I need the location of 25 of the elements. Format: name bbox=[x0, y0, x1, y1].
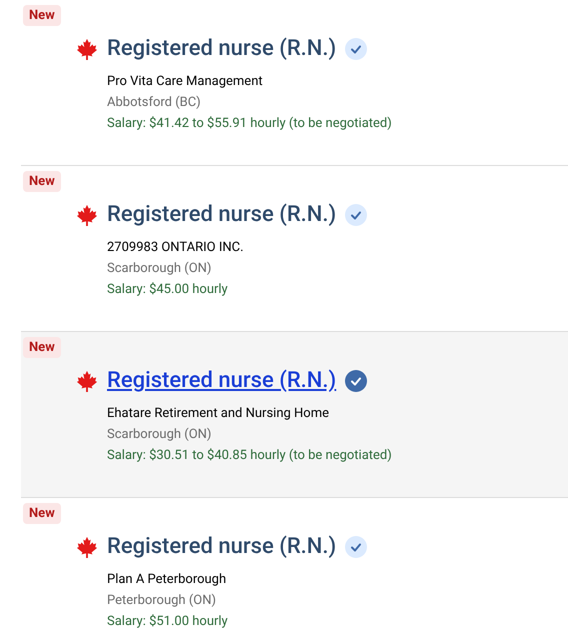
new-badge: New bbox=[23, 503, 61, 524]
job-title-link[interactable]: Registered nurse (R.N.) bbox=[107, 32, 336, 65]
employer-name: Ehatare Retirement and Nursing Home bbox=[107, 405, 330, 423]
salary-text: Salary: $41.42 to $55.91 hourly (to be negotiated) bbox=[107, 115, 393, 133]
salary-text: Salary: $51.00 hourly bbox=[107, 613, 229, 631]
salary-text: Salary: $30.51 to $40.85 hourly (to be negotiated) bbox=[107, 447, 393, 465]
job-card[interactable]: New Registered nurse (R.N.) Ehatare Retirement and Nursing Home Scarborough (ON) Salary: $30.51 to $40.85 hourly (to be negotiated) bbox=[21, 332, 568, 498]
employer-name: Pro Vita Care Management bbox=[107, 73, 264, 91]
maple-leaf-icon bbox=[76, 38, 98, 60]
employer-name: Plan A Peterborough bbox=[107, 571, 228, 589]
job-title-link[interactable]: Registered nurse (R.N.) bbox=[107, 198, 336, 231]
employer-name: 2709983 ONTARIO INC. bbox=[107, 239, 245, 257]
maple-leaf-icon bbox=[76, 370, 98, 392]
job-location: Scarborough (ON) bbox=[107, 260, 212, 278]
job-location: Peterborough (ON) bbox=[107, 592, 218, 610]
job-title-link[interactable]: Registered nurse (R.N.) bbox=[107, 364, 336, 397]
new-badge: New bbox=[23, 171, 61, 192]
job-location: Scarborough (ON) bbox=[107, 426, 212, 444]
maple-leaf-icon bbox=[76, 536, 98, 558]
salary-text: Salary: $45.00 hourly bbox=[107, 281, 229, 299]
job-title-link[interactable]: Registered nurse (R.N.) bbox=[107, 530, 336, 563]
job-location: Abbotsford (BC) bbox=[107, 94, 202, 112]
new-badge: New bbox=[23, 337, 61, 358]
maple-leaf-icon bbox=[76, 204, 98, 226]
new-badge: New bbox=[23, 5, 61, 26]
